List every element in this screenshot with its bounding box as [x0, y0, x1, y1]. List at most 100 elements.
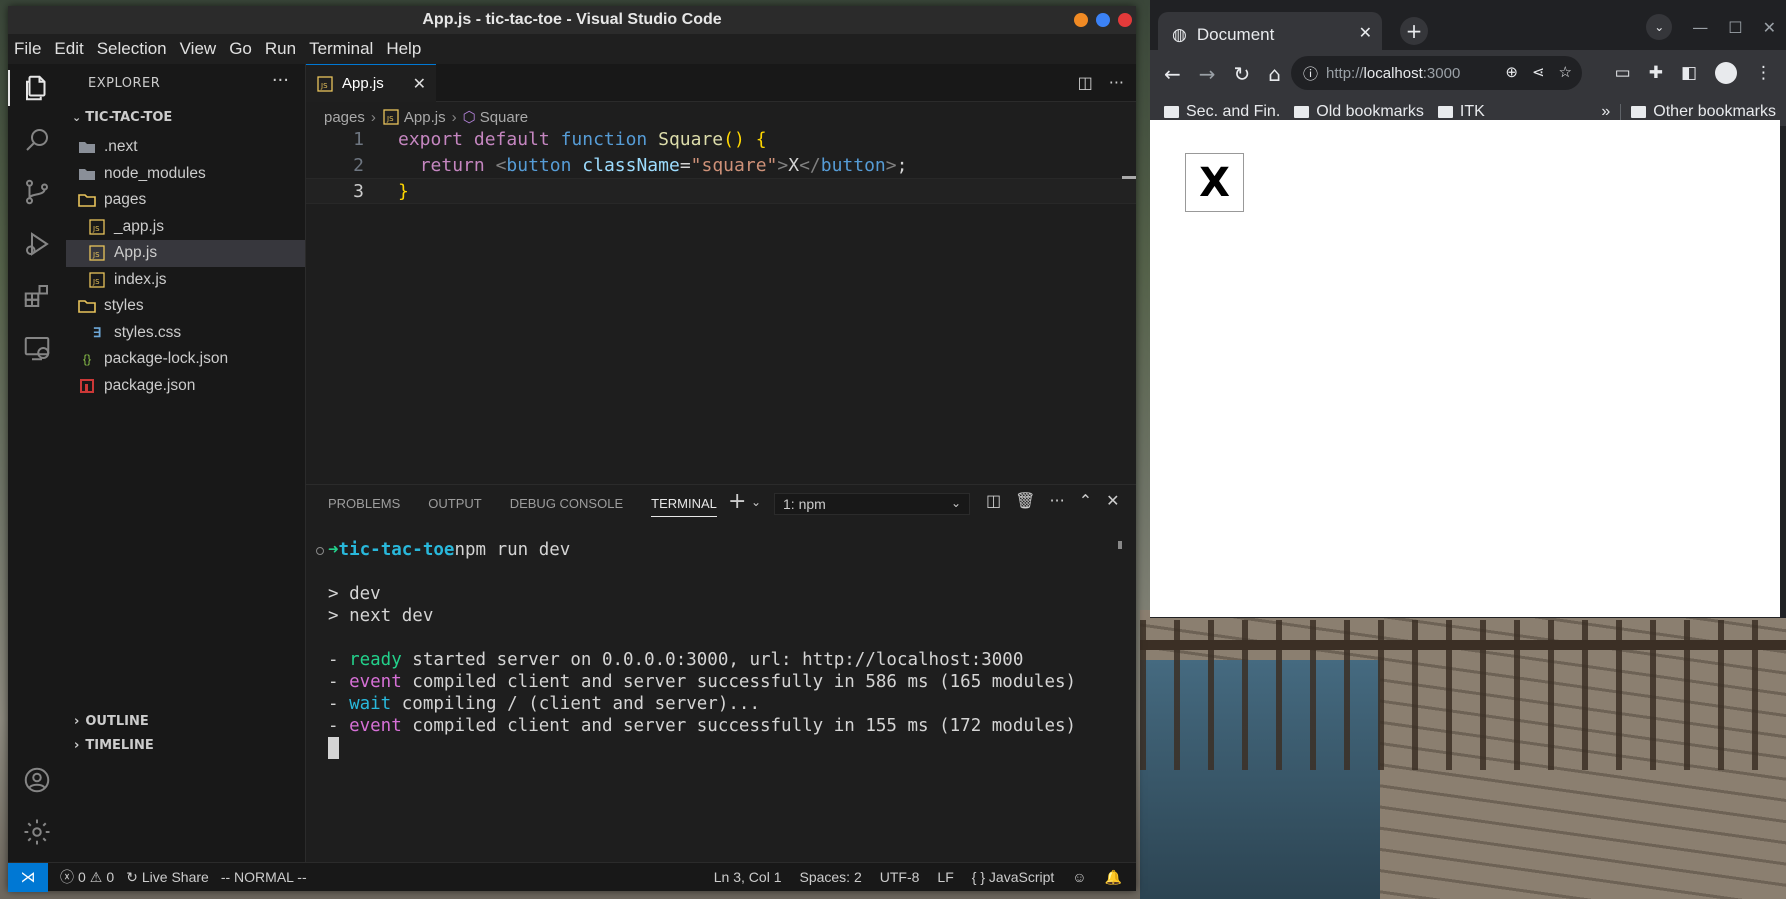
menu-selection[interactable]: Selection — [97, 39, 167, 59]
bell-icon[interactable]: 🔔 — [1105, 869, 1122, 886]
encoding[interactable]: UTF-8 — [880, 869, 920, 885]
tree-item-app-js[interactable]: JS App.js — [66, 240, 305, 267]
tab-output[interactable]: OUTPUT — [428, 485, 481, 521]
breadcrumb-file[interactable]: App.js — [404, 109, 446, 126]
bookmark-old[interactable]: Old bookmarks — [1294, 103, 1424, 121]
menu-help[interactable]: Help — [386, 39, 421, 59]
share-icon[interactable]: ⋖ — [1532, 63, 1545, 81]
code-editor[interactable]: 1 export default function Square() { 2 r… — [306, 126, 1136, 204]
run-debug-icon[interactable] — [8, 220, 66, 268]
end-of-line[interactable]: LF — [937, 869, 953, 885]
live-share-status[interactable]: ↻ Live Share — [126, 869, 209, 886]
url-port: :3000 — [1422, 64, 1461, 82]
workspace-folder[interactable]: ⌄ TIC-TAC-TOE — [72, 110, 172, 125]
menu-view[interactable]: View — [180, 39, 217, 59]
close-tab-icon[interactable]: ✕ — [1359, 23, 1372, 43]
avatar[interactable] — [1715, 62, 1737, 84]
feedback-icon[interactable]: ☺ — [1072, 869, 1086, 885]
code-text: } — [398, 181, 409, 202]
npm-icon — [78, 378, 96, 394]
tree-item-index-js[interactable]: JS index.js — [66, 267, 305, 294]
json-lock-icon: {} — [82, 352, 91, 367]
more-actions-icon[interactable]: ··· — [1049, 491, 1064, 510]
file-tree: .next node_modules pages JS _app.js JS A… — [66, 134, 305, 399]
menu-terminal[interactable]: Terminal — [309, 39, 373, 59]
other-bookmarks[interactable]: Other bookmarks — [1631, 103, 1776, 121]
accounts-icon[interactable] — [8, 756, 66, 804]
tab-app-js[interactable]: JS App.js ✕ — [306, 64, 436, 102]
cursor-position[interactable]: Ln 3, Col 1 — [714, 869, 782, 885]
remote-indicator-icon[interactable]: ⋊ — [8, 862, 48, 892]
minimize-icon[interactable]: — — [1692, 18, 1708, 37]
more-actions-icon[interactable]: ··· — [272, 70, 289, 91]
remote-explorer-icon[interactable] — [8, 324, 66, 372]
tab-problems[interactable]: PROBLEMS — [328, 485, 400, 521]
reload-icon[interactable]: ↻ — [1234, 62, 1251, 86]
tree-item-pages[interactable]: pages — [66, 187, 305, 214]
bookmarks-overflow[interactable]: » — [1601, 103, 1610, 121]
more-actions-icon[interactable]: ··· — [1109, 73, 1124, 92]
tree-item-node-modules[interactable]: node_modules — [66, 161, 305, 188]
indentation[interactable]: Spaces: 2 — [799, 869, 861, 885]
menu-edit[interactable]: Edit — [54, 39, 83, 59]
bookmark-itk[interactable]: ITK — [1437, 103, 1485, 121]
forward-icon[interactable]: → — [1199, 62, 1216, 86]
tab-terminal[interactable]: TERMINAL — [651, 485, 717, 521]
settings-gear-icon[interactable] — [8, 808, 66, 856]
close-tab-icon[interactable]: ✕ — [413, 74, 426, 94]
bookmark-star-icon[interactable]: ☆ — [1559, 63, 1572, 81]
language-mode[interactable]: { } JavaScript — [972, 869, 1055, 885]
search-icon[interactable] — [8, 116, 66, 164]
split-editor-icon[interactable]: ◫ — [1078, 73, 1093, 92]
minimap-slider[interactable] — [1122, 176, 1136, 179]
new-tab-button[interactable]: + — [1400, 17, 1428, 45]
terminal-output[interactable]: ➜ tic-tac-toe npm run dev > dev > next d… — [328, 539, 1076, 759]
close-panel-icon[interactable]: ✕ — [1106, 491, 1119, 510]
menu-run[interactable]: Run — [265, 39, 296, 59]
tab-label: App.js — [342, 75, 384, 92]
maximize-button[interactable] — [1096, 13, 1110, 27]
explorer-icon[interactable] — [8, 64, 66, 112]
close-button[interactable] — [1118, 13, 1132, 27]
tree-item-styles-css[interactable]: ∃ styles.css — [66, 320, 305, 347]
problems-status[interactable]: ⓧ 0 ⚠ 0 — [60, 867, 114, 887]
zoom-icon[interactable]: ⊕ — [1505, 63, 1518, 81]
extension-icon[interactable]: ▭ — [1615, 63, 1631, 83]
address-bar[interactable]: ⓘ http://localhost:3000 ⊕ ⋖ ☆ — [1291, 56, 1582, 90]
chevron-down-icon[interactable]: ⌄ — [751, 495, 761, 509]
tab-search-icon[interactable]: ⌄ — [1646, 14, 1673, 40]
folder-open-icon — [78, 192, 96, 208]
folder-icon — [78, 166, 96, 182]
home-icon[interactable]: ⌂ — [1268, 62, 1281, 86]
terminal-select[interactable]: 1: npm ⌄ — [774, 493, 970, 515]
menu-file[interactable]: File — [14, 39, 41, 59]
tree-item-styles[interactable]: styles — [66, 293, 305, 320]
extensions-icon[interactable] — [8, 272, 66, 320]
side-panel-icon[interactable]: ◧ — [1681, 63, 1697, 83]
puzzle-icon[interactable]: ✚ — [1649, 63, 1663, 83]
tree-item-package-lock[interactable]: {} package-lock.json — [66, 346, 305, 373]
terminal-scrollbar[interactable] — [1118, 541, 1122, 549]
minimize-button[interactable] — [1074, 13, 1088, 27]
close-window-icon[interactable]: ✕ — [1763, 18, 1776, 37]
new-terminal-icon[interactable]: + — [728, 489, 746, 514]
back-icon[interactable]: ← — [1164, 62, 1181, 86]
tab-title: Document — [1196, 25, 1275, 44]
square-button[interactable]: X — [1185, 153, 1244, 212]
bookmark-sec-fin[interactable]: Sec. and Fin. — [1164, 103, 1280, 121]
menu-kebab-icon[interactable]: ⋮ — [1755, 63, 1772, 83]
split-terminal-icon[interactable]: ◫ — [986, 491, 1001, 510]
outline-section[interactable]: › OUTLINE — [74, 714, 149, 729]
breadcrumb-symbol[interactable]: Square — [480, 109, 528, 126]
tree-item-app-js-underscore[interactable]: JS _app.js — [66, 214, 305, 241]
source-control-icon[interactable] — [8, 168, 66, 216]
trash-icon[interactable]: 🗑 — [1015, 491, 1035, 510]
tab-debug-console[interactable]: DEBUG CONSOLE — [510, 485, 623, 521]
breadcrumb-folder[interactable]: pages — [324, 109, 365, 126]
menu-go[interactable]: Go — [229, 39, 252, 59]
tree-item-package-json[interactable]: package.json — [66, 373, 305, 400]
timeline-section[interactable]: › TIMELINE — [74, 738, 154, 753]
maximize-icon[interactable]: ☐ — [1728, 18, 1742, 37]
chevron-up-icon[interactable]: ⌃ — [1079, 491, 1092, 510]
tree-item-next[interactable]: .next — [66, 134, 305, 161]
